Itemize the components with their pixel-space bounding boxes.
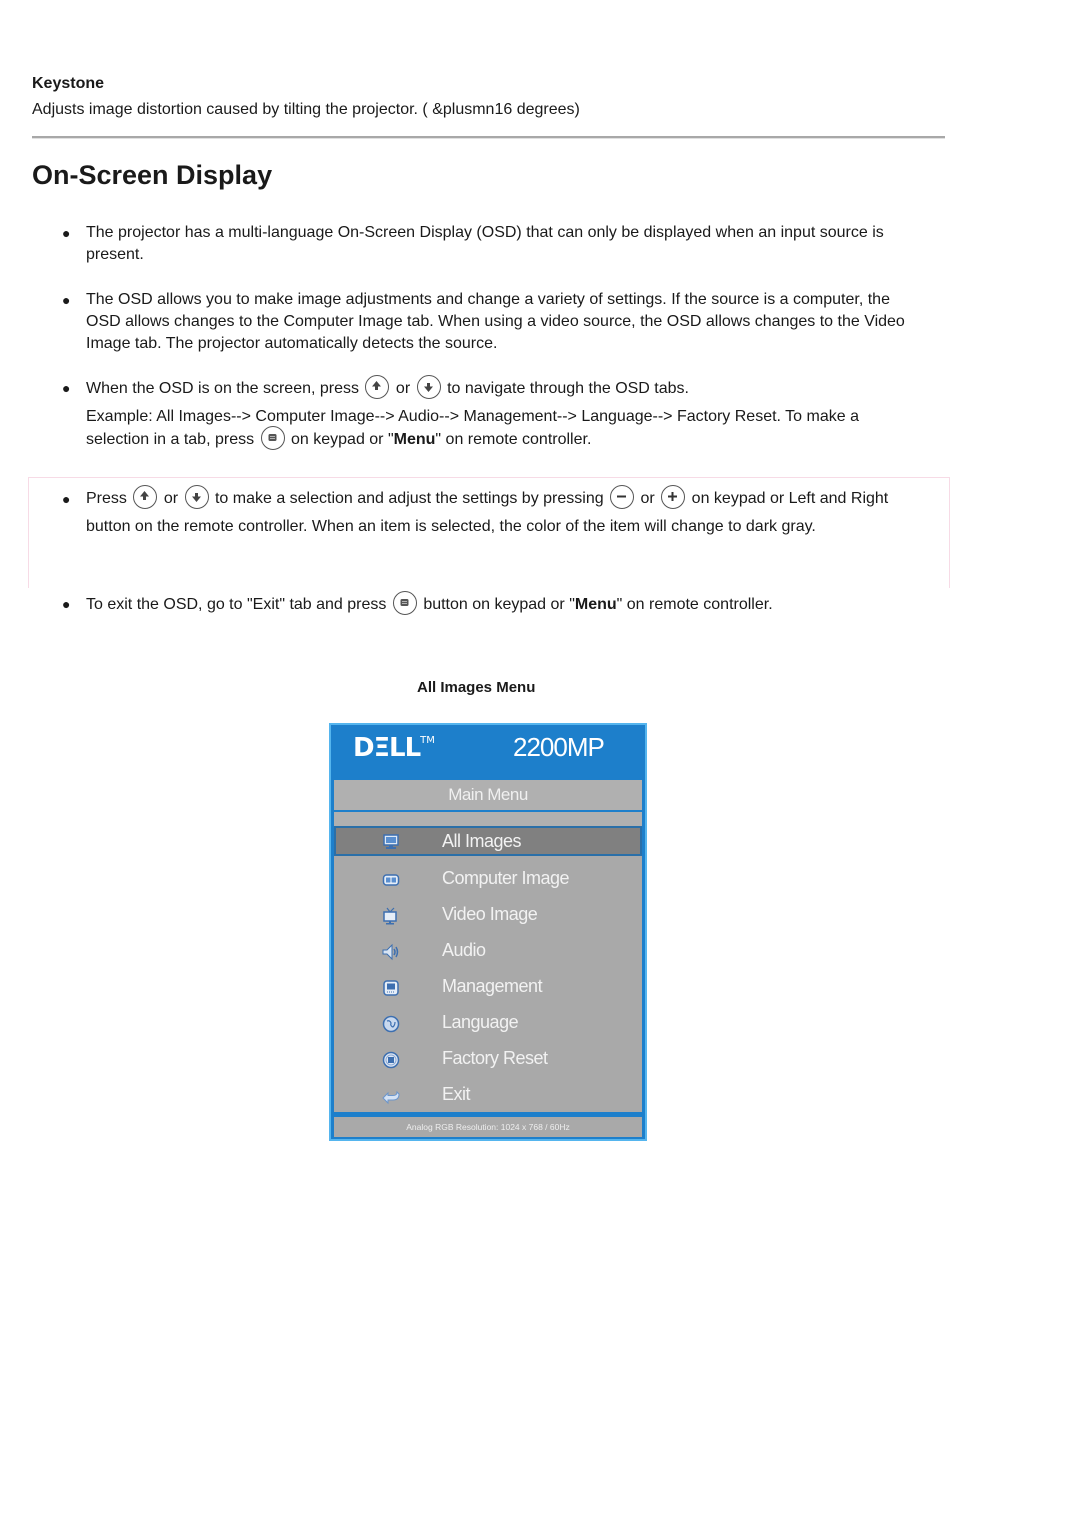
keystone-title: Keystone <box>32 75 105 92</box>
osd-item-label: Exit <box>442 1084 471 1104</box>
bullet-text: When the OSD is on the screen, press or … <box>86 375 922 401</box>
bullet-text: The projector has a multi-language On-Sc… <box>86 224 884 263</box>
trademark: TM <box>420 735 435 746</box>
text-fragment: " on remote controller. <box>616 596 773 614</box>
text-fragment: When the OSD is on the screen, press <box>86 380 360 398</box>
osd-item-language[interactable]: Language <box>334 1008 642 1036</box>
osd-item-label: Factory Reset <box>442 1048 548 1068</box>
dell-logo: DΞLLTM <box>353 733 435 763</box>
example-paragraph: Example: All Images--> Computer Image-->… <box>86 406 926 452</box>
bullet-text: The OSD allows you to make image adjustm… <box>86 291 905 352</box>
reset-icon <box>382 1049 400 1069</box>
osd-item-label: Video Image <box>442 904 538 924</box>
osd-item-all-images[interactable]: All Images <box>334 826 642 856</box>
osd-item-factory-reset[interactable]: Factory Reset <box>334 1044 642 1072</box>
bullet-dot: ● <box>62 225 71 241</box>
text-fragment: To exit the OSD, go to "Exit" tab and pr… <box>86 596 387 614</box>
bullet-text: Press or to make a selection and adjust … <box>86 484 936 541</box>
exit-arrow-icon <box>382 1085 400 1105</box>
bullet-text: To exit the OSD, go to "Exit" tab and pr… <box>86 591 922 617</box>
osd-caption: All Images Menu <box>417 679 536 696</box>
text-fragment: Press <box>86 490 127 507</box>
osd-status-bar: Analog RGB Resolution: 1024 x 768 / 60Hz <box>334 1115 642 1137</box>
menu-button-icon <box>260 426 285 450</box>
down-button-icon <box>416 375 441 399</box>
osd-item-exit[interactable]: Exit <box>334 1080 642 1108</box>
horizontal-divider <box>32 136 945 139</box>
osd-item-label: All Images <box>442 831 522 851</box>
plus-button-icon <box>661 484 686 509</box>
section-title: On-Screen Display <box>32 160 273 190</box>
speaker-icon <box>382 941 400 961</box>
osd-item-management[interactable]: Management <box>334 972 642 1000</box>
text-fragment: button on keypad or " <box>423 596 575 614</box>
model-name: 2200MP <box>513 732 605 762</box>
text-fragment: on keypad or " <box>291 431 394 449</box>
up-button-icon <box>365 375 390 399</box>
text-fragment: or <box>395 380 411 398</box>
osd-menu-list: All Images Computer Image Video Image Au… <box>334 826 642 1112</box>
computer-image-icon <box>382 869 400 887</box>
osd-item-video-image[interactable]: Video Image <box>334 900 642 928</box>
osd-item-audio[interactable]: Audio <box>334 936 642 964</box>
globe-icon <box>382 1013 400 1033</box>
menu-keyword: Menu <box>393 431 436 449</box>
text-fragment: to navigate through the OSD tabs. <box>447 380 689 398</box>
up-button-icon <box>133 484 158 509</box>
keystone-description: Adjusts image distortion caused by tilti… <box>32 101 580 118</box>
tv-icon <box>382 905 400 925</box>
monitor-icon <box>382 832 400 850</box>
osd-item-label: Computer Image <box>442 868 570 888</box>
osd-item-label: Language <box>442 1012 519 1032</box>
text-fragment: to make a selection and adjust the setti… <box>214 490 604 507</box>
osd-item-label: Audio <box>442 940 486 960</box>
menu-button-icon <box>392 591 417 615</box>
osd-item-label: Management <box>442 976 543 996</box>
bullet-dot: ● <box>62 292 71 308</box>
menu-keyword: Menu <box>574 596 617 614</box>
bullet-dot: ● <box>62 491 71 507</box>
down-button-icon <box>184 484 209 509</box>
osd-spacer <box>334 812 642 826</box>
text-fragment: " on remote controller. <box>435 431 592 449</box>
osd-menu-image: DΞLLTM 2200MP Main Menu All Images Compu… <box>329 723 647 1141</box>
text-fragment: or <box>163 490 179 507</box>
dell-logo-text: DΞLL <box>353 733 421 763</box>
management-icon <box>382 977 400 996</box>
minus-button-icon <box>610 484 635 509</box>
bullet-dot: ● <box>62 380 71 396</box>
osd-main-menu-header: Main Menu <box>334 780 642 812</box>
osd-item-computer-image[interactable]: Computer Image <box>334 864 642 892</box>
bullet-dot: ● <box>62 596 71 612</box>
text-fragment: or <box>640 490 655 507</box>
